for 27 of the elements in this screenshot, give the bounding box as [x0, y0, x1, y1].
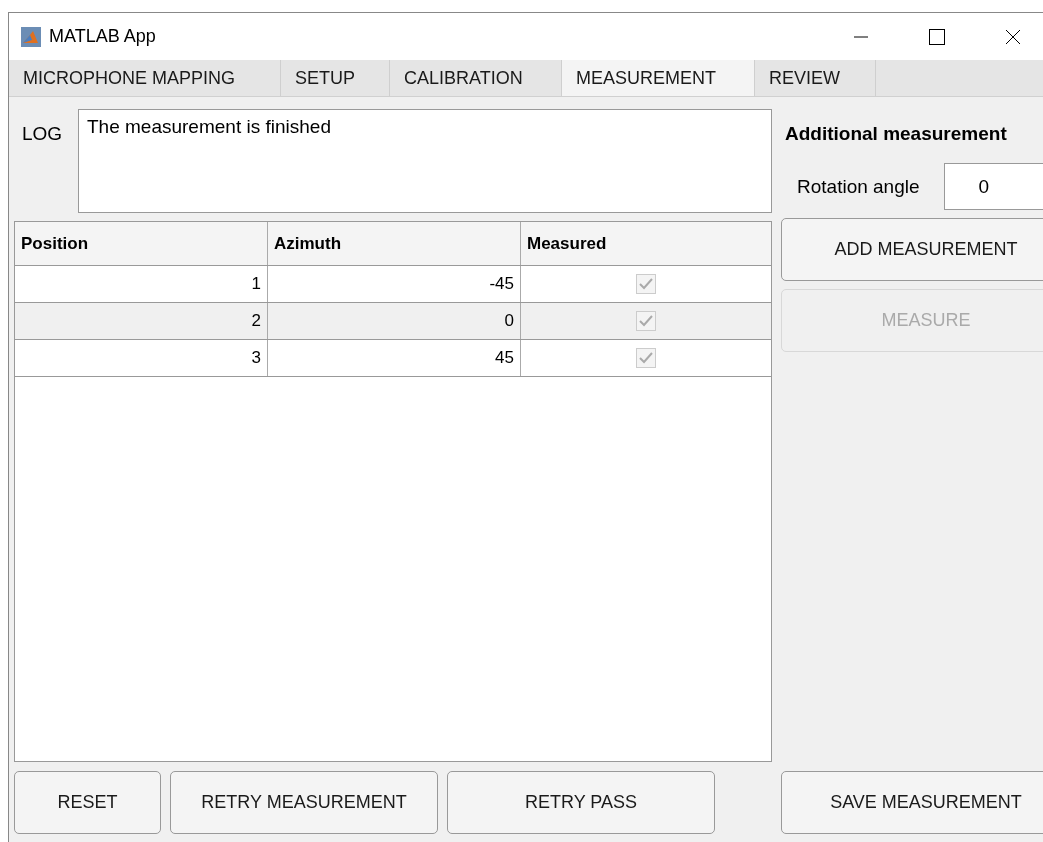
app-icon [21, 26, 41, 47]
action-button[interactable]: RETRY MEASUREMENT [170, 771, 438, 834]
checkbox[interactable] [636, 311, 656, 331]
save-button[interactable]: SAVE MEASUREMENT [781, 771, 1043, 834]
action-button[interactable]: ADD MEASUREMENT [781, 218, 1043, 281]
rotation-label: Rotation angle [797, 175, 920, 198]
close-icon[interactable] [1005, 28, 1021, 45]
table-cell: 0 [268, 303, 521, 339]
log-label: LOG [21, 122, 64, 146]
rotation-field[interactable]: 0 [943, 163, 1043, 210]
checkbox[interactable] [636, 348, 656, 368]
action-button[interactable]: RESET [14, 771, 161, 834]
column-header[interactable]: Azimuth [268, 222, 521, 265]
table-cell: 3 [15, 340, 268, 376]
table-cell: 1 [15, 266, 268, 302]
section-title: Additional measurement [784, 122, 1008, 146]
maximize-icon[interactable] [929, 28, 945, 45]
window-title: MATLAB App [49, 26, 156, 47]
table-cell: 45 [268, 340, 521, 376]
log-field[interactable]: The measurement is finished [78, 109, 772, 213]
checkbox[interactable] [636, 274, 656, 294]
column-header[interactable]: Position [15, 222, 268, 265]
table-cell: 2 [15, 303, 268, 339]
table-cell: -45 [268, 266, 521, 302]
action-button[interactable]: RETRY PASS [447, 771, 715, 834]
tab[interactable]: MEASUREMENT [562, 60, 755, 96]
column-header[interactable]: Measured [521, 222, 771, 265]
